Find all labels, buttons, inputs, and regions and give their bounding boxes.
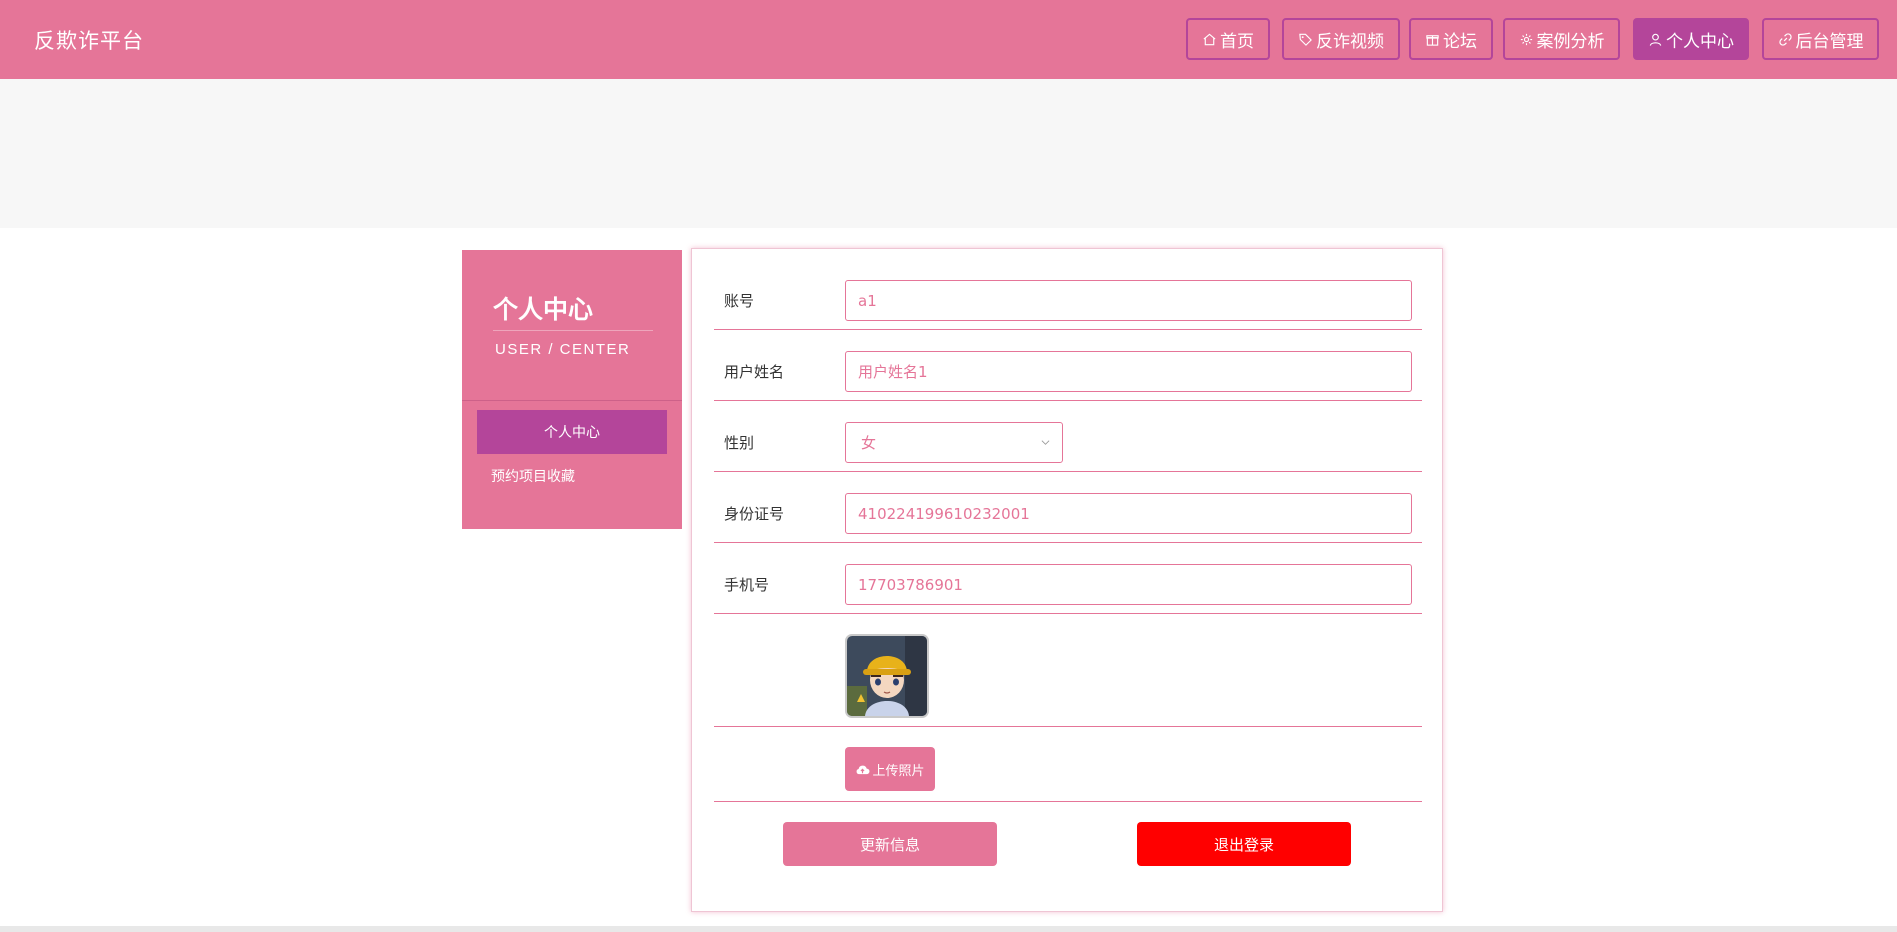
form-row-username: 用户姓名 用户姓名1 — [714, 330, 1422, 401]
nav-home[interactable]: 首页 — [1186, 18, 1270, 60]
cloud-upload-icon — [857, 765, 870, 774]
brand-title[interactable]: 反欺诈平台 — [34, 25, 144, 55]
sidebar-separator — [462, 400, 682, 401]
phone-input[interactable]: 17703786901 — [845, 564, 1412, 605]
nav-user-label: 个人中心 — [1666, 31, 1734, 52]
sidebar-title: 个人中心 — [493, 295, 594, 324]
account-label: 账号 — [724, 292, 755, 310]
nav-admin-label: 后台管理 — [1795, 31, 1864, 52]
nav-anti-fraud-video[interactable]: 反诈视频 — [1282, 18, 1400, 60]
upload-photo-label: 上传照片 — [872, 763, 925, 779]
upload-photo-button[interactable]: 上传照片 — [845, 747, 935, 791]
banner-area — [0, 79, 1897, 228]
gift-icon — [1426, 34, 1439, 46]
home-icon — [1203, 33, 1216, 45]
link-icon — [1778, 32, 1792, 46]
gender-label: 性别 — [724, 434, 755, 452]
id-number-input[interactable]: 410224199610232001 — [845, 493, 1412, 534]
account-input[interactable]: a1 — [845, 280, 1412, 321]
tag-icon — [1299, 33, 1312, 46]
avatar-image — [845, 634, 929, 718]
sidebar-item-user-center[interactable]: 个人中心 — [477, 410, 667, 454]
nav-user-center[interactable]: 个人中心 — [1633, 18, 1749, 60]
user-icon — [1649, 33, 1662, 46]
profile-form: 账号 a1 用户姓名 用户姓名1 性别 女 身份证号 4102241996102… — [691, 248, 1443, 912]
sidebar-divider — [493, 330, 653, 331]
top-navbar: 反欺诈平台 首页 反诈视频 论坛 案例分析 个人中心 后台管理 — [0, 0, 1897, 79]
nav-case-label: 案例分析 — [1536, 31, 1605, 52]
user-sidebar: 个人中心 USER / CENTER 个人中心 预约项目收藏 — [462, 250, 682, 529]
nav-forum[interactable]: 论坛 — [1409, 18, 1493, 60]
form-row-gender: 性别 女 — [714, 401, 1422, 472]
settings-icon — [1520, 33, 1532, 45]
username-label: 用户姓名 — [724, 363, 785, 381]
horizontal-scrollbar[interactable] — [0, 926, 1897, 932]
gender-value: 女 — [861, 434, 877, 452]
nav-forum-label: 论坛 — [1443, 31, 1477, 52]
form-row-phone: 手机号 17703786901 — [714, 543, 1422, 614]
username-input[interactable]: 用户姓名1 — [845, 351, 1412, 392]
sidebar-item-favorites[interactable]: 预约项目收藏 — [491, 466, 575, 486]
form-row-id-number: 身份证号 410224199610232001 — [714, 472, 1422, 543]
chevron-down-icon — [1041, 440, 1050, 445]
nav-video-label: 反诈视频 — [1316, 31, 1384, 52]
logout-button[interactable]: 退出登录 — [1137, 822, 1351, 866]
nav-admin[interactable]: 后台管理 — [1762, 18, 1879, 60]
nav-home-label: 首页 — [1220, 31, 1254, 52]
id-number-label: 身份证号 — [724, 505, 785, 523]
form-row-account: 账号 a1 — [714, 249, 1422, 330]
form-row-avatar — [714, 614, 1422, 727]
gender-select[interactable]: 女 — [845, 422, 1063, 463]
nav-case-analysis[interactable]: 案例分析 — [1503, 18, 1620, 60]
sidebar-subtitle: USER / CENTER — [495, 341, 631, 358]
update-info-button[interactable]: 更新信息 — [783, 822, 997, 866]
form-row-upload: 上传照片 — [714, 727, 1422, 802]
phone-label: 手机号 — [724, 576, 770, 594]
